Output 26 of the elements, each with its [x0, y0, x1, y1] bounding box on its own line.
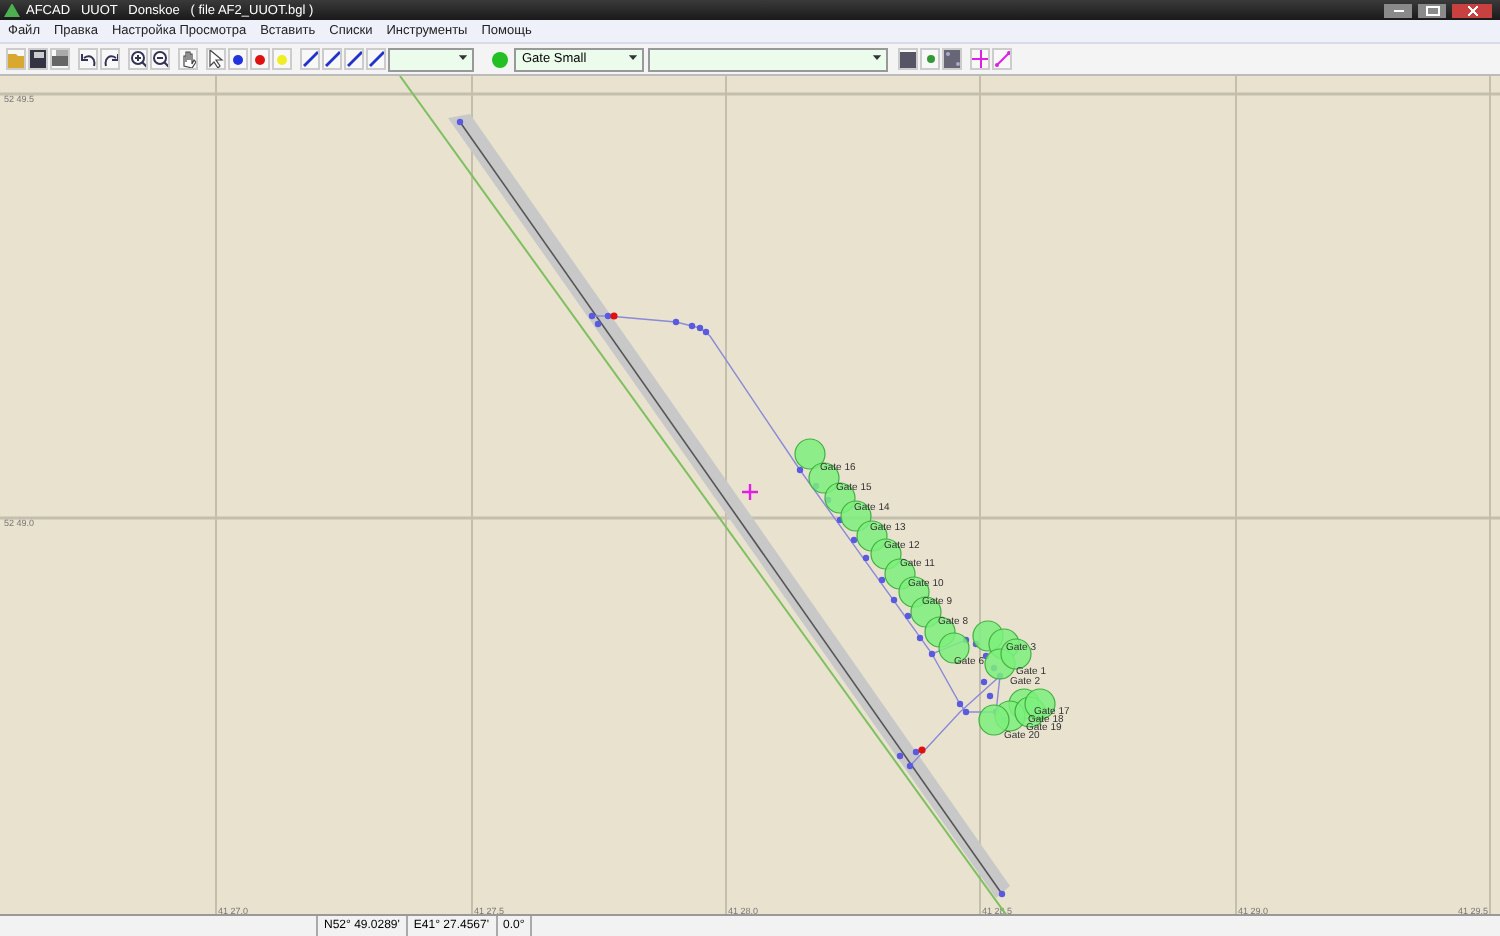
hold-node-icon[interactable] — [250, 48, 270, 70]
redo-icon[interactable] — [100, 48, 120, 70]
line-tool-icon[interactable] — [344, 48, 364, 70]
line-tool-icon[interactable] — [366, 48, 386, 70]
measure-icon[interactable] — [992, 48, 1012, 70]
line-tool-icon[interactable] — [300, 48, 320, 70]
maximize-button[interactable] — [1418, 3, 1446, 17]
hand-icon[interactable] — [178, 48, 198, 70]
marker-node-icon[interactable] — [272, 48, 292, 70]
line-tool-icon[interactable] — [322, 48, 342, 70]
dropdown[interactable] — [648, 47, 888, 71]
pointer-icon[interactable] — [206, 48, 226, 70]
app-icon — [4, 3, 20, 17]
minimize-button[interactable] — [1384, 3, 1412, 17]
zoom-in-icon[interactable] — [128, 48, 148, 70]
gate-color-icon — [492, 51, 508, 67]
undo-icon[interactable] — [78, 48, 98, 70]
grid-icon[interactable] — [942, 48, 962, 70]
print-icon[interactable] — [50, 48, 70, 70]
crosshair-icon — [740, 482, 760, 502]
save-icon[interactable] — [28, 48, 48, 70]
close-button[interactable] — [1452, 3, 1492, 17]
square-icon[interactable] — [898, 48, 918, 70]
zoom-out-icon[interactable] — [150, 48, 170, 70]
taxi-node-icon[interactable] — [228, 48, 248, 70]
plus-icon[interactable] — [970, 48, 990, 70]
